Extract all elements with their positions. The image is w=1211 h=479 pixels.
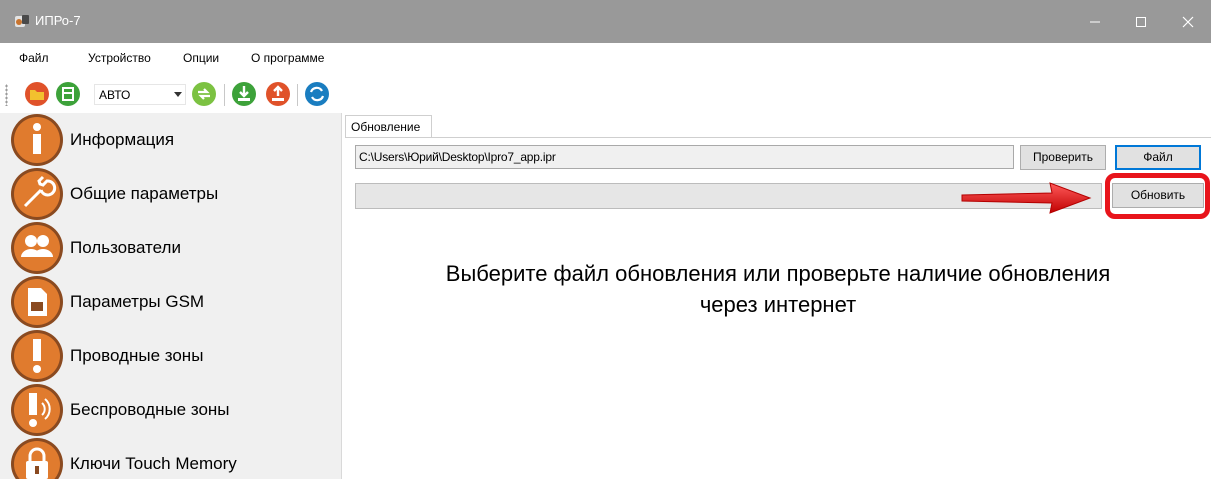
sync-icon[interactable] xyxy=(304,81,330,107)
annotation-highlight-box xyxy=(1105,173,1210,219)
annotation-arrow-icon xyxy=(961,182,1092,214)
chevron-down-icon xyxy=(174,92,182,97)
download-icon[interactable] xyxy=(231,81,257,107)
lock-icon xyxy=(11,438,63,479)
sidebar-item-wireless-zones[interactable]: Беспроводные зоны xyxy=(0,383,341,437)
sidebar-item-label: Ключи Touch Memory xyxy=(70,454,237,473)
toolbar-separator xyxy=(224,84,225,106)
upload-icon[interactable] xyxy=(265,81,291,107)
minimize-button[interactable] xyxy=(1072,0,1118,43)
sidebar-item-label: Параметры GSM xyxy=(70,292,205,311)
window-title: ИПРо-7 xyxy=(35,13,81,28)
app-icon xyxy=(15,15,29,27)
toolbar: АВТО xyxy=(0,78,360,113)
toolbar-separator xyxy=(297,84,298,106)
mode-select-value: АВТО xyxy=(99,88,131,102)
info-icon xyxy=(11,114,63,166)
exclamation-icon xyxy=(11,330,63,382)
sim-card-icon xyxy=(11,276,63,328)
maximize-button[interactable] xyxy=(1118,0,1164,43)
message-line-1: Выберите файл обновления или проверьте н… xyxy=(445,261,1111,286)
save-icon[interactable] xyxy=(55,81,81,107)
maximize-icon xyxy=(1136,16,1146,27)
close-icon xyxy=(1182,16,1194,27)
wrench-icon xyxy=(11,168,63,220)
open-folder-icon[interactable] xyxy=(24,81,50,107)
sidebar-item-wired-zones[interactable]: Проводные зоны xyxy=(0,329,341,383)
sidebar-item-label: Пользователи xyxy=(70,238,181,257)
sidebar-item-users[interactable]: Пользователи xyxy=(0,221,341,275)
menu-device[interactable]: Устройство xyxy=(88,50,151,66)
users-icon xyxy=(11,222,63,274)
menu-options[interactable]: Опции xyxy=(183,50,219,66)
file-path-value: C:\Users\Юрий\Desktop\Ipro7_app.ipr xyxy=(359,150,556,164)
close-button[interactable] xyxy=(1165,0,1211,43)
connect-icon[interactable] xyxy=(191,81,217,107)
menu-bar: Файл Устройство Опции О программе xyxy=(0,43,1211,78)
sidebar-item-label: Информация xyxy=(70,130,175,149)
sidebar-nav: Информация Общие параметры Пользователи … xyxy=(0,113,342,479)
file-button[interactable]: Файл xyxy=(1115,145,1201,170)
minimize-icon xyxy=(1090,21,1100,22)
file-path-field[interactable]: C:\Users\Юрий\Desktop\Ipro7_app.ipr xyxy=(355,145,1014,169)
sidebar-item-label: Беспроводные зоны xyxy=(70,400,230,419)
sidebar-item-info[interactable]: Информация xyxy=(0,113,341,167)
tab-update-label: Обновление xyxy=(351,120,421,134)
check-button[interactable]: Проверить xyxy=(1020,145,1106,170)
wireless-zone-icon xyxy=(11,384,63,436)
sidebar-item-touch-memory[interactable]: Ключи Touch Memory xyxy=(0,437,341,479)
tab-divider xyxy=(345,137,1211,138)
mode-select[interactable]: АВТО xyxy=(94,84,186,105)
menu-file[interactable]: Файл xyxy=(19,50,49,66)
update-instruction-message: Выберите файл обновления или проверьте н… xyxy=(345,258,1211,320)
tab-update[interactable]: Обновление xyxy=(345,115,432,138)
message-line-2: через интернет xyxy=(699,292,857,317)
title-bar: ИПРо-7 xyxy=(0,0,1211,43)
sidebar-item-gsm[interactable]: Параметры GSM xyxy=(0,275,341,329)
toolbar-grip xyxy=(5,84,8,106)
sidebar-item-label: Проводные зоны xyxy=(70,346,204,365)
sidebar-item-general[interactable]: Общие параметры xyxy=(0,167,341,221)
sidebar-item-label: Общие параметры xyxy=(70,184,219,203)
menu-about[interactable]: О программе xyxy=(251,50,324,66)
